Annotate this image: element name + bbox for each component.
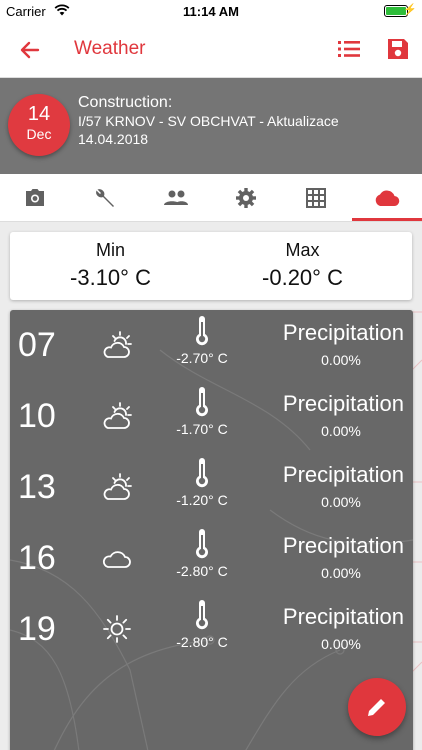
partly-cloudy-icon bbox=[103, 402, 132, 429]
back-arrow-icon[interactable] bbox=[16, 36, 44, 64]
tab-people[interactable] bbox=[141, 174, 211, 221]
max-value: -0.20° C bbox=[262, 265, 343, 290]
status-bar: Carrier 11:14 AM ⚡ bbox=[0, 0, 422, 22]
save-icon[interactable] bbox=[384, 35, 412, 63]
min-temp-block: Min -3.10° C bbox=[10, 240, 211, 291]
precipitation-label: Precipitation bbox=[282, 320, 404, 345]
thermometer-icon bbox=[196, 316, 208, 346]
pencil-icon bbox=[368, 697, 387, 716]
precipitation-value: 0.00% bbox=[321, 352, 361, 368]
sun-icon bbox=[103, 615, 131, 643]
forecast-row: 10 -1.70° C Precipitation 0.00% bbox=[10, 381, 413, 451]
precipitation-value: 0.00% bbox=[321, 636, 361, 652]
tab-photos[interactable] bbox=[0, 174, 70, 221]
precipitation-label: Precipitation bbox=[282, 391, 404, 416]
project-name: I/57 KRNOV - SV OBCHVAT - Aktualizace bbox=[78, 113, 339, 129]
thermometer-icon bbox=[196, 529, 208, 559]
forecast-temperature: -2.80° C bbox=[176, 563, 228, 579]
gear-icon bbox=[236, 187, 257, 208]
precipitation-label: Precipitation bbox=[282, 604, 404, 629]
precipitation-value: 0.00% bbox=[321, 494, 361, 510]
forecast-row: 19 -2.80° C Precipitation 0.00% bbox=[10, 594, 413, 664]
forecast-temperature: -1.70° C bbox=[176, 421, 228, 437]
forecast-row: 13 -1.20° C Precipitation 0.00% bbox=[10, 452, 413, 522]
people-icon bbox=[163, 190, 188, 205]
date-day: 14 bbox=[27, 103, 51, 125]
forecast-temperature: -2.70° C bbox=[176, 350, 228, 366]
forecast-hour: 13 bbox=[18, 468, 56, 506]
precipitation-label: Precipitation bbox=[282, 533, 404, 558]
thermometer-icon bbox=[196, 458, 208, 488]
date-badge: 14 Dec bbox=[8, 94, 70, 156]
forecast-temperature: -1.20° C bbox=[176, 492, 228, 508]
tab-weather[interactable] bbox=[351, 174, 422, 221]
tab-tools[interactable] bbox=[70, 174, 140, 221]
cloud-icon bbox=[102, 551, 131, 568]
cloud-icon bbox=[375, 190, 400, 206]
partly-cloudy-icon bbox=[103, 331, 132, 358]
tab-bar bbox=[0, 174, 422, 222]
page-title: Weather bbox=[74, 38, 146, 59]
charging-icon: ⚡ bbox=[403, 4, 417, 16]
min-value: -3.10° C bbox=[70, 265, 151, 290]
forecast-panel: 07 -2.70° C Precipitation 0.00% 10 -1.70… bbox=[10, 310, 413, 750]
grid-icon bbox=[306, 187, 327, 208]
forecast-hour: 10 bbox=[18, 397, 56, 435]
report-date: 14.04.2018 bbox=[78, 131, 149, 147]
forecast-row: 16 -2.80° C Precipitation 0.00% bbox=[10, 523, 413, 593]
camera-icon bbox=[26, 188, 45, 206]
max-temp-block: Max -0.20° C bbox=[202, 240, 403, 291]
forecast-hour: 16 bbox=[18, 539, 56, 577]
thermometer-icon bbox=[196, 600, 208, 630]
precipitation-value: 0.00% bbox=[321, 423, 361, 439]
tab-grid[interactable] bbox=[281, 174, 351, 221]
forecast-hour: 07 bbox=[18, 326, 56, 364]
construction-label: Construction: bbox=[78, 94, 173, 111]
thermometer-icon bbox=[196, 387, 208, 417]
min-label: Min bbox=[95, 240, 125, 260]
status-time: 11:14 AM bbox=[183, 4, 239, 19]
edit-fab-button[interactable] bbox=[348, 678, 406, 736]
forecast-row: 07 -2.70° C Precipitation 0.00% bbox=[10, 310, 413, 380]
app-bar: Weather bbox=[0, 22, 422, 78]
list-icon[interactable] bbox=[336, 36, 362, 62]
precipitation-value: 0.00% bbox=[321, 565, 361, 581]
construction-header: 14 Dec Construction: I/57 KRNOV - SV OBC… bbox=[0, 78, 422, 174]
temperature-summary-card: Min -3.10° C Max -0.20° C bbox=[10, 232, 412, 300]
date-month: Dec bbox=[26, 126, 52, 142]
tab-settings[interactable] bbox=[211, 174, 281, 221]
wrench-icon bbox=[96, 188, 115, 207]
construction-info: Construction: I/57 KRNOV - SV OBCHVAT - … bbox=[78, 94, 339, 148]
forecast-hour: 19 bbox=[18, 610, 56, 648]
max-label: Max bbox=[285, 240, 320, 260]
precipitation-label: Precipitation bbox=[282, 462, 404, 487]
forecast-temperature: -2.80° C bbox=[176, 634, 228, 650]
partly-cloudy-icon bbox=[103, 473, 132, 500]
